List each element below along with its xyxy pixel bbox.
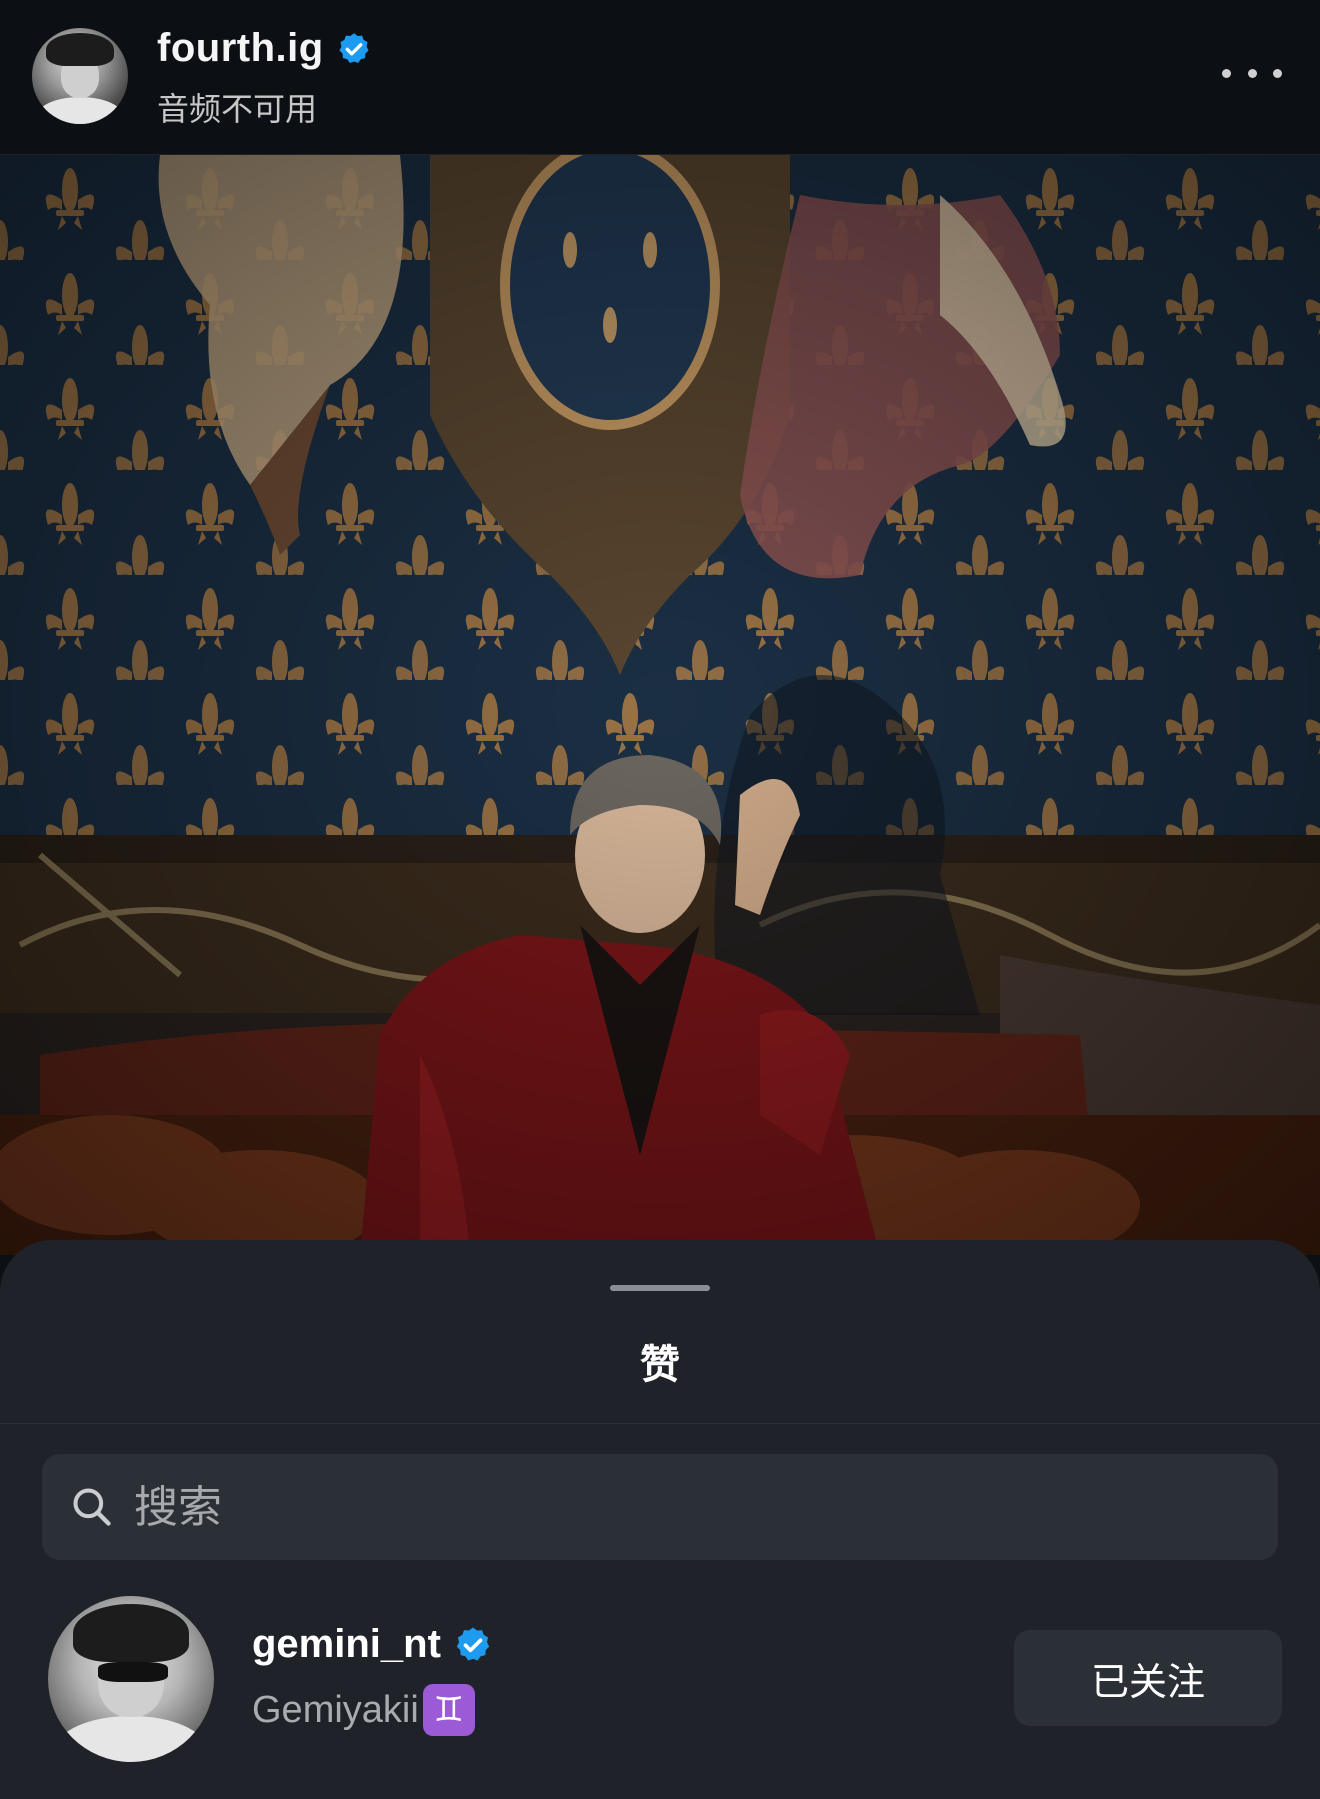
sheet-title: 赞 <box>640 1343 680 1387</box>
sheet-grabber-handle[interactable] <box>610 1285 710 1291</box>
sheet-divider <box>0 1423 1320 1424</box>
header-username[interactable]: fourth.ig <box>157 26 324 71</box>
following-button[interactable]: 已关注 <box>1014 1630 1282 1726</box>
audio-status: 音频不可用 <box>157 91 318 127</box>
verified-badge-icon <box>456 1627 490 1660</box>
verified-badge-icon <box>339 32 369 63</box>
liker-full-name-row: Gemiyakii ♊ <box>252 1684 475 1736</box>
likes-sheet: 赞 gemini_nt Gemiyakii ♊ 已关注 <box>0 1240 1320 1799</box>
header-username-row[interactable]: fourth.ig <box>157 26 372 71</box>
search-bar[interactable] <box>42 1454 1278 1560</box>
post-image-art <box>0 155 1320 1255</box>
search-input[interactable] <box>132 1480 1236 1534</box>
liker-username-row[interactable]: gemini_nt <box>252 1622 493 1667</box>
header-avatar[interactable] <box>32 28 128 124</box>
liker-avatar[interactable] <box>48 1596 214 1762</box>
search-icon <box>73 1488 111 1526</box>
liker-row[interactable]: gemini_nt Gemiyakii ♊ 已关注 <box>0 1592 1320 1772</box>
liker-username[interactable]: gemini_nt <box>252 1622 441 1667</box>
post-image <box>0 155 1320 1255</box>
more-horizontal-icon[interactable] <box>1222 58 1282 88</box>
liker-full-name: Gemiyakii <box>252 1688 419 1731</box>
gemini-zodiac-icon: ♊ <box>422 1684 475 1736</box>
post-header: fourth.ig 音频不可用 <box>0 0 1320 155</box>
